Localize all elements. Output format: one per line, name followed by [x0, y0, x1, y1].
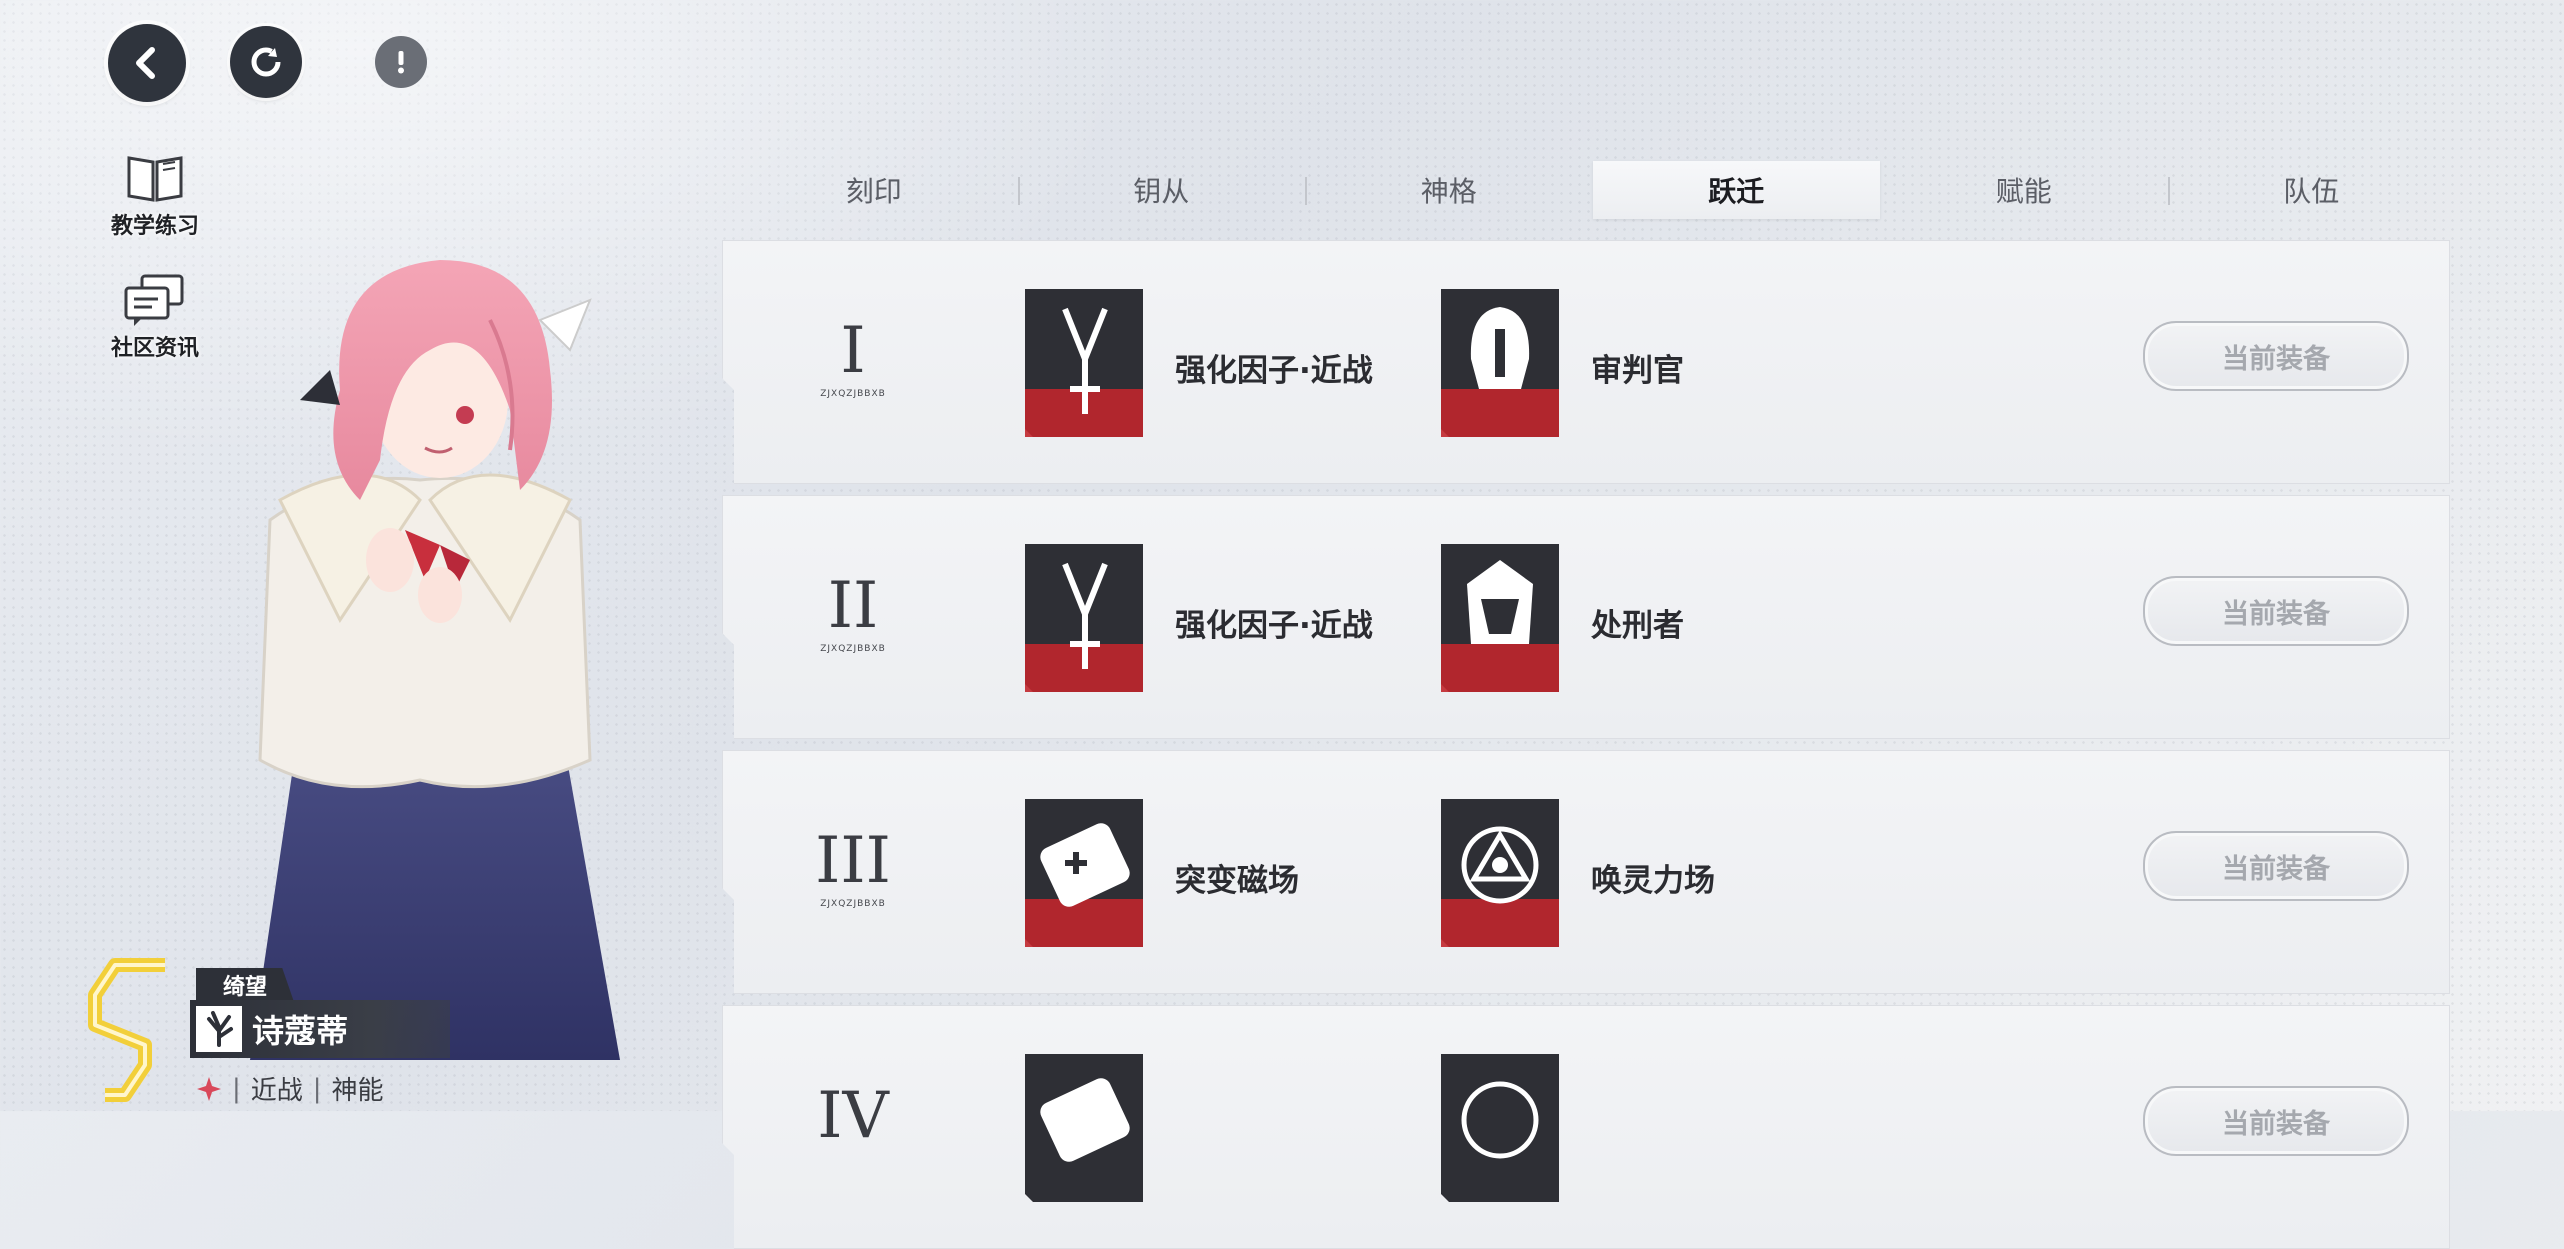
row-numeral: II ZJXQZJBBXB: [820, 569, 886, 654]
exclamation-icon: [398, 51, 404, 74]
character-name-bar: 诗蔻蒂: [190, 1000, 450, 1058]
summon-field-icon[interactable]: [1441, 799, 1559, 947]
row-numeral: IV: [817, 1079, 889, 1153]
tab-empower[interactable]: 赋能: [1880, 161, 2168, 219]
element-star-icon: [197, 1076, 221, 1101]
tab-key-followers[interactable]: 钥从: [1017, 161, 1306, 219]
mutation-field-icon[interactable]: [1025, 1054, 1143, 1202]
summon-field-icon[interactable]: [1441, 1054, 1559, 1202]
executioner-helmet-icon[interactable]: [1441, 544, 1559, 692]
skill-2-name: 审判官: [1591, 353, 1684, 389]
back-button[interactable]: [108, 24, 186, 102]
transition-row-3: III ZJXQZJBBXB 突变磁场 唤灵力场 当前装备: [722, 750, 2450, 994]
book-icon: [127, 156, 183, 202]
row-numeral: I ZJXQZJBBXB: [820, 314, 886, 399]
tab-engraving[interactable]: 刻印: [730, 161, 1018, 219]
mutation-field-icon[interactable]: [1025, 799, 1143, 947]
character-title-tag: 绮望: [196, 968, 294, 1002]
transition-row-4: IV 当前装备: [722, 1005, 2450, 1249]
skill-1-name: 突变磁场: [1175, 863, 1299, 899]
skill-2-name: 处刑者: [1591, 608, 1684, 644]
tab-divinity[interactable]: 神格: [1305, 161, 1593, 219]
skill-1-name: 强化因子·近战: [1175, 353, 1373, 389]
row-numeral: III ZJXQZJBBXB: [815, 824, 891, 909]
tree-emblem-icon: [196, 1006, 242, 1052]
refresh-button[interactable]: [230, 26, 302, 98]
chevron-left-icon: [136, 47, 155, 79]
tab-transition[interactable]: 跃迁: [1592, 161, 1880, 219]
character-name: 诗蔻蒂: [252, 1012, 349, 1050]
equip-button[interactable]: 当前装备: [2143, 576, 2409, 646]
role-divine: 神能: [331, 1076, 384, 1106]
role-melee: 近战: [250, 1076, 303, 1106]
judicator-helmet-icon[interactable]: [1441, 289, 1559, 437]
info-button[interactable]: [375, 36, 427, 88]
rank-s-badge: [88, 958, 165, 1102]
melee-factor-icon[interactable]: [1025, 544, 1143, 692]
melee-factor-icon[interactable]: [1025, 289, 1143, 437]
equip-button[interactable]: 当前装备: [2143, 831, 2409, 901]
tab-team[interactable]: 队伍: [2167, 161, 2456, 219]
refresh-icon: [251, 47, 281, 77]
tab-bar: 刻印 钥从 神格 跃迁 赋能 队伍: [730, 160, 2455, 220]
skill-2-name: 唤灵力场: [1591, 863, 1715, 899]
transition-row-1: I ZJXQZJBBXB 强化因子·近战 审判官 当前装备: [722, 240, 2450, 484]
skill-1-name: 强化因子·近战: [1175, 608, 1373, 644]
equip-button[interactable]: 当前装备: [2143, 1086, 2409, 1156]
transition-row-2: II ZJXQZJBBXB 强化因子·近战 处刑者 当前装备: [722, 495, 2450, 739]
chat-icon: [124, 274, 184, 326]
character-roles: | 近战 | 神能: [196, 1070, 384, 1107]
equip-button[interactable]: 当前装备: [2143, 321, 2409, 391]
